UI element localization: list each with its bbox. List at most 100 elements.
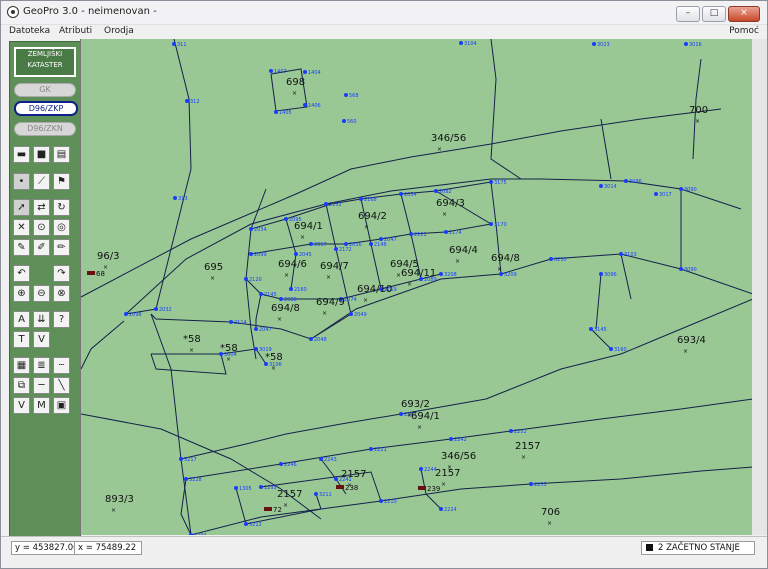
survey-point[interactable] (369, 447, 373, 451)
survey-point[interactable] (319, 457, 323, 461)
survey-point[interactable] (269, 69, 273, 73)
survey-point[interactable] (185, 99, 189, 103)
survey-point[interactable] (249, 252, 253, 256)
survey-point[interactable] (279, 462, 283, 466)
survey-point[interactable] (349, 312, 353, 316)
open-folder-icon[interactable]: ▬ (13, 146, 30, 163)
survey-point[interactable] (369, 242, 373, 246)
survey-point[interactable] (289, 287, 293, 291)
line-style-icon[interactable]: ─ (33, 377, 50, 394)
survey-point[interactable] (444, 230, 448, 234)
survey-point[interactable] (303, 103, 307, 107)
survey-point[interactable] (294, 252, 298, 256)
circle-arrow-icon[interactable]: ⊙ (33, 219, 50, 236)
survey-point[interactable] (189, 533, 193, 535)
mode-d96-zkn-button[interactable]: D96/ZKN (14, 122, 76, 136)
survey-point[interactable] (624, 179, 628, 183)
survey-point[interactable] (314, 492, 318, 496)
pencil-stroke-icon[interactable]: ✏ (53, 239, 70, 256)
survey-point[interactable] (419, 467, 423, 471)
survey-point[interactable] (274, 110, 278, 114)
survey-point[interactable] (549, 257, 553, 261)
survey-point[interactable] (229, 320, 233, 324)
survey-point[interactable] (244, 522, 248, 526)
survey-point[interactable] (254, 347, 258, 351)
survey-point[interactable] (309, 337, 313, 341)
flag-tool-icon[interactable]: ⚑ (53, 173, 70, 190)
line-tool-icon[interactable]: ⟋ (33, 173, 50, 190)
survey-point[interactable] (409, 232, 413, 236)
survey-point[interactable] (399, 412, 403, 416)
table-grid-icon[interactable]: ▦ (13, 357, 30, 374)
survey-point[interactable] (254, 327, 258, 331)
delete-cross-icon[interactable]: ✕ (13, 219, 30, 236)
survey-point[interactable] (172, 42, 176, 46)
text-tk-icon[interactable]: T (13, 331, 30, 348)
minimize-button[interactable]: – (676, 6, 700, 22)
survey-point[interactable] (359, 197, 363, 201)
menu-help[interactable]: Pomoć (729, 26, 759, 36)
close-button[interactable]: × (728, 6, 760, 22)
layer-blue-icon[interactable]: ▣ (53, 397, 70, 414)
survey-point[interactable] (459, 41, 463, 45)
survey-point[interactable] (309, 242, 313, 246)
survey-point[interactable] (599, 272, 603, 276)
survey-point[interactable] (173, 196, 177, 200)
mode-d96-zkp-button[interactable]: D96/ZKP (14, 101, 78, 116)
move-tool-icon[interactable]: ⇄ (33, 199, 50, 216)
help-question-icon[interactable]: ? (53, 311, 70, 328)
survey-point[interactable] (234, 486, 238, 490)
attribute-a-icon[interactable]: A (13, 311, 30, 328)
map-drawing[interactable]: 311 312 313 1407 1404 1406 1405 568 560 3104 3023 3… (81, 39, 753, 535)
undo-icon[interactable]: ↶ (13, 265, 30, 282)
dashed-line-icon[interactable]: ┄ (53, 357, 70, 374)
survey-point[interactable] (154, 307, 158, 311)
menu-datoteka[interactable]: Datoteka (9, 26, 50, 36)
survey-point[interactable] (342, 119, 346, 123)
survey-point[interactable] (529, 482, 533, 486)
survey-point[interactable] (279, 297, 283, 301)
survey-point[interactable] (679, 267, 683, 271)
survey-point[interactable] (334, 247, 338, 251)
save-disk-icon[interactable]: ■ (33, 146, 50, 163)
survey-point[interactable] (344, 242, 348, 246)
menu-atributi[interactable]: Atributi (59, 26, 92, 36)
survey-point[interactable] (489, 222, 493, 226)
point-tool-icon[interactable]: • (13, 173, 30, 190)
map-canvas[interactable]: 311 312 313 1407 1404 1406 1405 568 560 3104 3023 3… (80, 39, 753, 535)
survey-point[interactable] (509, 429, 513, 433)
pencil-icon[interactable]: ✎ (13, 239, 30, 256)
survey-point[interactable] (179, 457, 183, 461)
survey-point[interactable] (592, 42, 596, 46)
survey-point[interactable] (124, 312, 128, 316)
pencil-edit-icon[interactable]: ✐ (33, 239, 50, 256)
survey-point[interactable] (184, 477, 188, 481)
survey-point[interactable] (399, 192, 403, 196)
print-icon[interactable]: ▤ (53, 146, 70, 163)
zoom-in-icon[interactable]: ⊗ (53, 285, 70, 302)
survey-point[interactable] (589, 327, 593, 331)
vertex-vk-icon[interactable]: V (33, 331, 50, 348)
survey-point[interactable] (619, 252, 623, 256)
mode-gk-button[interactable]: GK (14, 83, 76, 97)
maximize-button[interactable]: □ (702, 6, 726, 22)
mde-icon[interactable]: M (33, 397, 50, 414)
survey-point[interactable] (379, 237, 383, 241)
survey-point[interactable] (249, 227, 253, 231)
survey-point[interactable] (439, 272, 443, 276)
zoom-out-icon[interactable]: ⊖ (33, 285, 50, 302)
survey-point[interactable] (244, 277, 248, 281)
survey-point[interactable] (439, 507, 443, 511)
survey-point[interactable] (449, 437, 453, 441)
target-icon[interactable]: ◎ (53, 219, 70, 236)
survey-point[interactable] (334, 477, 338, 481)
copy-icon[interactable]: ⧉ (13, 377, 30, 394)
layers-icon[interactable]: ≣ (33, 357, 50, 374)
survey-point[interactable] (599, 184, 603, 188)
survey-point[interactable] (654, 192, 658, 196)
rotate-tool-icon[interactable]: ↻ (53, 199, 70, 216)
survey-point[interactable] (259, 292, 263, 296)
survey-point[interactable] (259, 485, 263, 489)
survey-point[interactable] (609, 347, 613, 351)
survey-point[interactable] (684, 42, 688, 46)
